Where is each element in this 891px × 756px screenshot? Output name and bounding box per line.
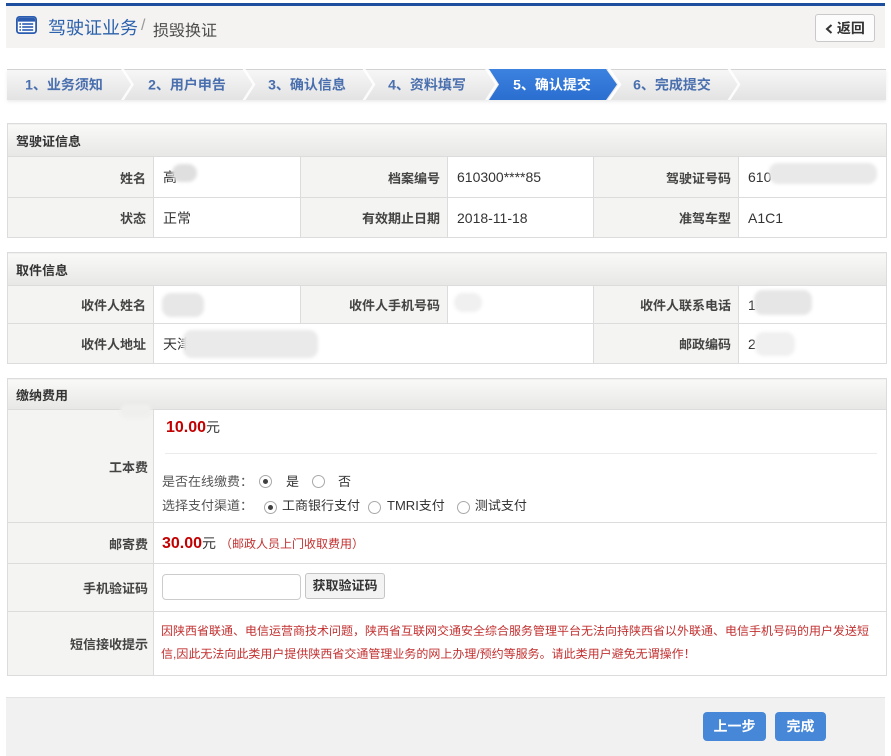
svg-text:1、业务须知: 1、业务须知 <box>25 77 103 93</box>
svg-text:4、资料填写: 4、资料填写 <box>388 77 466 93</box>
svg-text:2、用户申告: 2、用户申告 <box>148 77 226 93</box>
svg-text:3、确认信息: 3、确认信息 <box>268 77 346 93</box>
svg-text:6、完成提交: 6、完成提交 <box>633 77 711 93</box>
svg-text:5、确认提交: 5、确认提交 <box>513 77 591 93</box>
